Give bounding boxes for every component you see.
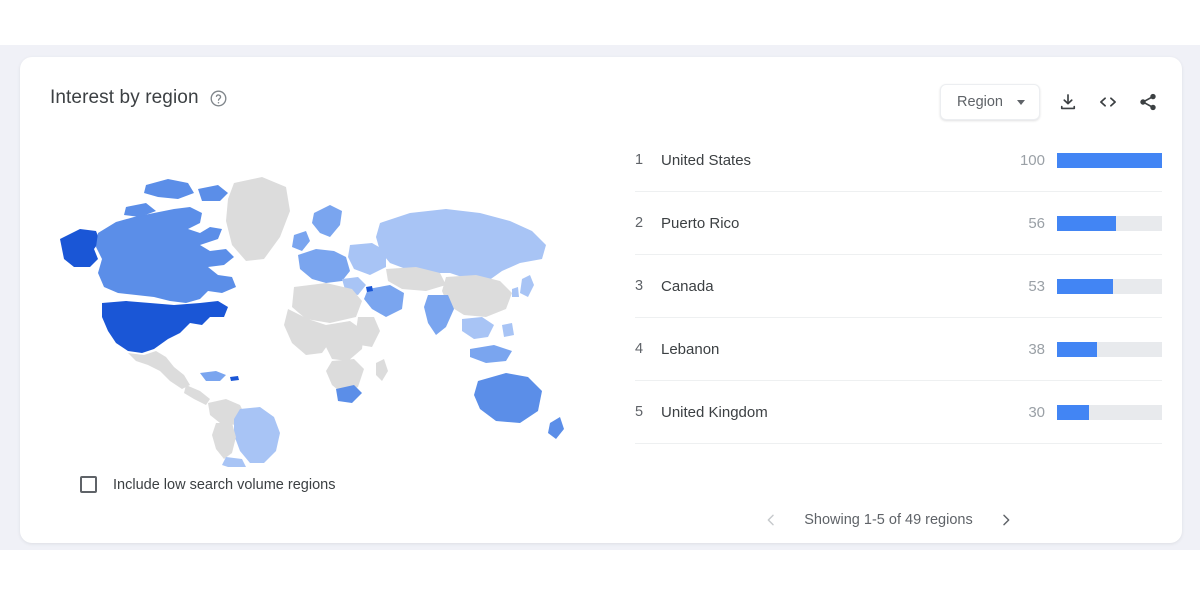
region-madagascar: [376, 359, 388, 381]
row-bar-track: [1057, 278, 1162, 294]
page-title: Interest by region: [50, 87, 199, 108]
region-dropdown[interactable]: Region: [940, 84, 1040, 120]
include-low-volume-checkbox[interactable]: [80, 476, 97, 493]
region-japan: [520, 275, 534, 297]
include-low-volume-row[interactable]: Include low search volume regions: [80, 476, 335, 493]
region-brazil: [234, 407, 280, 463]
region-australia: [474, 373, 542, 423]
region-indonesia: [470, 345, 512, 363]
row-bar-track: [1057, 404, 1162, 420]
region-scandinavia: [312, 205, 342, 237]
region-east-africa: [356, 317, 380, 347]
trends-page: Interest by region Region Include low se…: [0, 0, 1200, 600]
row-value: 38: [1028, 340, 1045, 358]
row-region-name: Canada: [661, 277, 714, 295]
region-dropdown-label: Region: [957, 94, 1003, 110]
world-choropleth-map[interactable]: [50, 167, 580, 467]
region-argentina-chile: [222, 457, 246, 467]
region-lebanon: [366, 286, 373, 292]
region-india: [424, 295, 454, 335]
row-region-name: Lebanon: [661, 340, 720, 358]
region-southeast-asia: [462, 317, 494, 339]
row-bar-fill: [1057, 404, 1089, 420]
row-bar-track: [1057, 152, 1162, 168]
row-bar-fill: [1057, 278, 1113, 294]
map-panel: Include low search volume regions: [20, 147, 615, 543]
region-peru-bolivia: [212, 423, 236, 459]
download-icon[interactable]: [1056, 90, 1080, 114]
region-puerto-rico: [230, 376, 239, 381]
row-rank: 4: [635, 341, 644, 357]
row-value: 30: [1028, 403, 1045, 421]
region-central-america: [184, 385, 210, 405]
row-region-name: United Kingdom: [661, 403, 768, 421]
region-caribbean: [200, 371, 226, 381]
chevron-left-icon[interactable]: [760, 509, 782, 531]
row-bar-fill: [1057, 215, 1116, 231]
region-uk-ireland: [292, 231, 310, 251]
title-group: Interest by region: [50, 87, 228, 109]
region-alaska: [60, 229, 100, 267]
row-rank: 1: [635, 152, 644, 168]
share-icon[interactable]: [1136, 90, 1160, 114]
chevron-right-icon[interactable]: [995, 509, 1017, 531]
row-bar-fill: [1057, 152, 1162, 168]
help-circle-icon[interactable]: [209, 89, 228, 108]
row-value: 100: [1019, 151, 1045, 169]
row-bar-track: [1057, 215, 1162, 231]
region-korea: [512, 287, 519, 297]
region-mexico: [128, 351, 190, 389]
row-bar-track: [1057, 341, 1162, 357]
table-row[interactable]: 5 United Kingdom 30: [635, 381, 1162, 444]
region-arctic-2: [198, 185, 228, 201]
region-arctic-1: [144, 179, 194, 199]
row-region-name: United States: [661, 151, 752, 169]
region-greenland: [226, 177, 290, 261]
card-toolbar: Region: [940, 84, 1160, 120]
region-list: 1 United States 100 2 Puerto Rico 56 3 C…: [635, 129, 1162, 444]
embed-code-icon[interactable]: [1096, 90, 1120, 114]
table-row[interactable]: 2 Puerto Rico 56: [635, 192, 1162, 255]
row-region-name: Puerto Rico: [661, 214, 740, 232]
pagination: Showing 1-5 of 49 regions: [615, 509, 1162, 531]
row-rank: 2: [635, 215, 644, 231]
include-low-volume-label: Include low search volume regions: [113, 476, 336, 493]
region-united-states: [102, 301, 228, 353]
row-rank: 5: [635, 404, 644, 420]
region-philippines: [502, 323, 514, 337]
row-value: 53: [1028, 277, 1045, 295]
row-rank: 3: [635, 278, 644, 294]
table-row[interactable]: 1 United States 100: [635, 129, 1162, 192]
interest-by-region-card: Interest by region Region Include low se…: [20, 57, 1182, 543]
chevron-down-icon: [1017, 99, 1025, 105]
region-canada: [96, 207, 236, 303]
row-value: 56: [1028, 214, 1045, 232]
table-row[interactable]: 3 Canada 53: [635, 255, 1162, 318]
region-west-europe: [298, 249, 350, 283]
region-new-zealand: [548, 417, 564, 439]
pagination-status: Showing 1-5 of 49 regions: [804, 512, 973, 528]
region-list-panel: 1 United States 100 2 Puerto Rico 56 3 C…: [615, 129, 1172, 543]
table-row[interactable]: 4 Lebanon 38: [635, 318, 1162, 381]
row-bar-fill: [1057, 341, 1097, 357]
